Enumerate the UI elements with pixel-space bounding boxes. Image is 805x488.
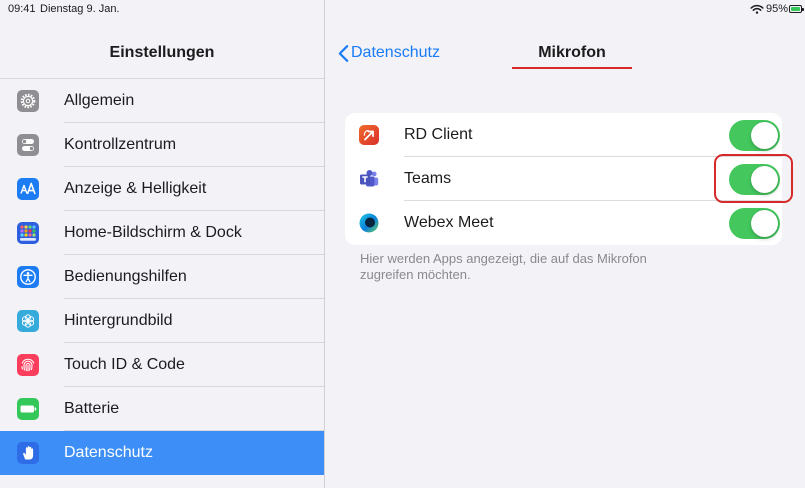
rd-client-icon — [358, 124, 380, 146]
page-title: Mikrofon — [538, 44, 606, 61]
fingerprint-icon — [17, 354, 39, 376]
sidebar-item-label: Batterie — [64, 400, 120, 417]
control-center-icon — [17, 134, 39, 156]
chevron-left-icon — [338, 44, 349, 62]
sidebar-item-allgemein[interactable]: Allgemein — [0, 79, 324, 123]
sidebar-item-label: Hintergrundbild — [64, 312, 173, 329]
sidebar-title: Einstellungen — [109, 44, 215, 61]
toggle-knob — [751, 210, 778, 237]
status-bar: 09:41 Dienstag 9. Jan. 95% — [0, 0, 805, 18]
sidebar-item-touch-id-code[interactable]: Touch ID & Code — [0, 343, 324, 387]
toggle-rd-client[interactable] — [729, 120, 780, 151]
back-button-label: Datenschutz — [351, 44, 440, 61]
sidebar-item-hintergrundbild[interactable]: Hintergrundbild — [0, 299, 324, 343]
sidebar-item-anzeige-helligkeit[interactable]: Anzeige & Helligkeit — [0, 167, 324, 211]
app-name: RD Client — [404, 126, 473, 143]
toggle-webex-meet[interactable] — [729, 208, 780, 239]
status-time: 09:41 — [8, 3, 36, 15]
back-button[interactable]: Datenschutz — [338, 42, 440, 64]
sidebar-list: Allgemein Kontrollzentrum Anzeige & Hell… — [0, 78, 324, 475]
wallpaper-flower-icon — [17, 310, 39, 332]
battery-icon — [17, 398, 39, 420]
battery-cap — [802, 7, 804, 11]
section-footer: Hier werden Apps angezeigt, die auf das … — [360, 251, 647, 282]
sidebar-item-label: Home-Bildschirm & Dock — [64, 224, 242, 241]
app-name: Teams — [404, 170, 452, 187]
app-name: Webex Meet — [404, 214, 494, 231]
sidebar-item-label: Bedienungshilfen — [64, 268, 187, 285]
app-row-webex-meet: Webex Meet — [345, 201, 782, 245]
title-underline-annotation — [512, 67, 632, 69]
sidebar: Einstellungen Allgemein Kontrollzentrum … — [0, 0, 325, 488]
battery-percent: 95% — [766, 3, 789, 15]
sidebar-item-datenschutz[interactable]: Datenschutz — [0, 431, 324, 475]
privacy-hand-icon — [17, 442, 39, 464]
sidebar-item-batterie[interactable]: Batterie — [0, 387, 324, 431]
sidebar-item-bedienungshilfen[interactable]: Bedienungshilfen — [0, 255, 324, 299]
sidebar-item-label: Anzeige & Helligkeit — [64, 180, 207, 197]
sidebar-item-label: Touch ID & Code — [64, 356, 185, 373]
webex-icon — [358, 212, 380, 234]
wifi-icon — [750, 4, 764, 14]
sidebar-item-label: Kontrollzentrum — [64, 136, 177, 153]
app-row-rd-client: RD Client — [345, 113, 782, 157]
battery-level-fill — [791, 7, 800, 11]
detail-pane: Datenschutz Mikrofon RD Client Teams Web… — [325, 0, 805, 488]
teams-icon — [358, 168, 380, 190]
sidebar-item-label: Allgemein — [64, 92, 135, 109]
sidebar-item-home-bildschirm-dock[interactable]: Home-Bildschirm & Dock — [0, 211, 324, 255]
home-screen-icon — [17, 222, 39, 244]
accessibility-icon — [17, 266, 39, 288]
sidebar-item-kontrollzentrum[interactable]: Kontrollzentrum — [0, 123, 324, 167]
status-date: Dienstag 9. Jan. — [40, 3, 120, 15]
text-size-icon — [17, 178, 39, 200]
sidebar-item-label: Datenschutz — [64, 444, 153, 461]
gear-icon — [17, 90, 39, 112]
toggle-knob — [751, 122, 778, 149]
highlight-box-annotation — [714, 154, 793, 203]
battery-icon — [789, 5, 802, 13]
